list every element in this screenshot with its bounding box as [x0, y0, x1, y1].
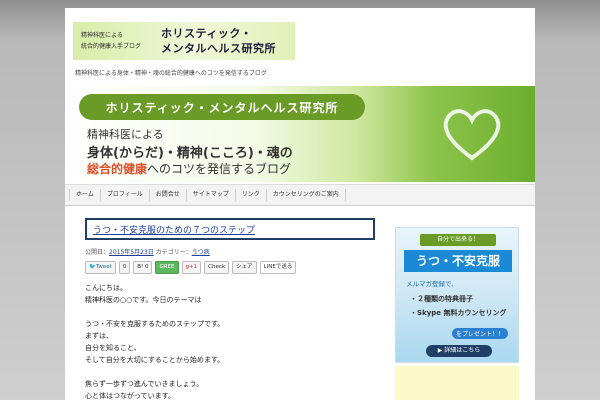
banner-line1: 精神科医による [87, 128, 164, 141]
body-line [85, 366, 224, 378]
hatena-label: B! [137, 264, 144, 270]
ad-details-button[interactable]: ▶ 詳細はこちら [426, 345, 492, 357]
site-logo[interactable]: 精神科医による 統合的健康入手ブログ ホリスティック・ メンタルヘルス研究所 [73, 22, 295, 60]
hatena-button[interactable]: B! 0 [133, 261, 153, 274]
post-title[interactable]: うつ・不安克服のための７つのステップ [85, 218, 375, 240]
header-banner[interactable]: ホリスティック・メンタルヘルス研究所 精神科医による 身体(からだ)・精神(ここ… [65, 86, 535, 182]
ad-line3: ・Skype 無料カウンセリング [410, 309, 507, 317]
logo-subtitle: 精神科医による 統合的健康入手ブログ [73, 30, 161, 52]
banner-highlight: 総合的健康 [87, 162, 148, 176]
post-date-link[interactable]: 2015年5月23日 [109, 249, 154, 256]
body-line [85, 306, 224, 318]
logo-title: ホリスティック・ メンタルヘルス研究所 [161, 26, 276, 56]
nav-item-links[interactable]: リンク [236, 189, 267, 201]
body-line: 心と体はつながっています。 [85, 392, 175, 400]
share-buttons: 🐦Tweet 0 B! 0 GREE g+1 Check シェア LINEで送る [85, 261, 297, 274]
sidebar-ad-banner[interactable]: 自分で出来る！ うつ・不安克服 メルマガ登録で、 ・２種類の特典冊子 ・Skyp… [395, 227, 519, 363]
gree-button[interactable]: GREE [155, 261, 179, 274]
banner-title: ホリスティック・メンタルヘルス研究所 [79, 94, 365, 120]
body-line: こんにちは。 [85, 284, 127, 292]
heart-icon [443, 109, 501, 161]
line-button[interactable]: LINEで送る [259, 261, 297, 274]
logo-title-line2: メンタルヘルス研究所 [161, 42, 276, 55]
mixi-check-button[interactable]: Check [204, 261, 230, 274]
logo-title-line1: ホリスティック・ [161, 27, 253, 40]
nav-item-home[interactable]: ホーム [69, 189, 101, 201]
nav-item-profile[interactable]: プロフィール [101, 189, 150, 201]
banner-line3-rest: へのコツを発信するブログ [147, 162, 292, 176]
post-body: こんにちは。 精神科医の○○です。今日のテーマは うつ・不安を克服するためのステ… [85, 282, 224, 400]
post-meta: 公開日：2015年5月23日 カテゴリー：うつ病 [85, 247, 210, 256]
meta-date-label: 公開日： [85, 249, 110, 256]
twitter-icon: 🐦 [89, 264, 96, 270]
banner-line3: 総合的健康へのコツを発信するブログ [87, 160, 291, 177]
body-line: まずは、 [85, 332, 113, 340]
page: 精神科医による 統合的健康入手ブログ ホリスティック・ メンタルヘルス研究所 精… [65, 8, 535, 400]
nav-item-contact[interactable]: お問合せ [150, 189, 187, 201]
logo-subtitle-line2: 統合的健康入手ブログ [81, 43, 142, 50]
tweet-count: 0 [118, 261, 131, 274]
site-tagline: 精神科医による身体・精神・魂の総合的健康へのコツを発信するブログ [75, 70, 267, 77]
ad-line2: ・２種類の特典冊子 [410, 295, 473, 303]
body-line: 自分を知ること、 [85, 344, 141, 352]
ad-line4: をプレゼント！！ [452, 328, 509, 339]
body-line: うつ・不安を克服するためのステップです。 [85, 320, 225, 328]
nav-item-counseling[interactable]: カウンセリングのご案内 [267, 189, 346, 201]
post-category-link[interactable]: うつ病 [192, 249, 210, 256]
facebook-share-button[interactable]: シェア [232, 261, 257, 274]
nav-item-sitemap[interactable]: サイトマップ [187, 189, 236, 201]
banner-line2: 身体(からだ)・精神(こころ)・魂の [87, 146, 293, 161]
logo-subtitle-line1: 精神科医による [81, 32, 123, 39]
meta-category-label: カテゴリー： [153, 249, 192, 256]
ad-headline: うつ・不安克服 [404, 250, 512, 272]
sidebar-ad-placeholder [395, 366, 519, 400]
gplus-button[interactable]: g+1 [181, 261, 202, 274]
body-line: 精神科医の○○です。今日のテーマは [85, 296, 202, 304]
body-line: そして自分を大切にすることから始めます。 [85, 356, 225, 364]
tweet-button[interactable]: 🐦Tweet [85, 261, 116, 274]
ad-line1: メルマガ登録で、 [406, 280, 458, 288]
tweet-label: Tweet [95, 264, 112, 270]
body-line: 焦らず一歩ずつ進んでいきましょう。 [85, 380, 204, 388]
ad-top-label: 自分で出来る！ [420, 234, 496, 246]
hatena-count: 0 [144, 264, 149, 270]
main-nav: ホーム プロフィール お問合せ サイトマップ リンク カウンセリングのご案内 [65, 184, 535, 206]
